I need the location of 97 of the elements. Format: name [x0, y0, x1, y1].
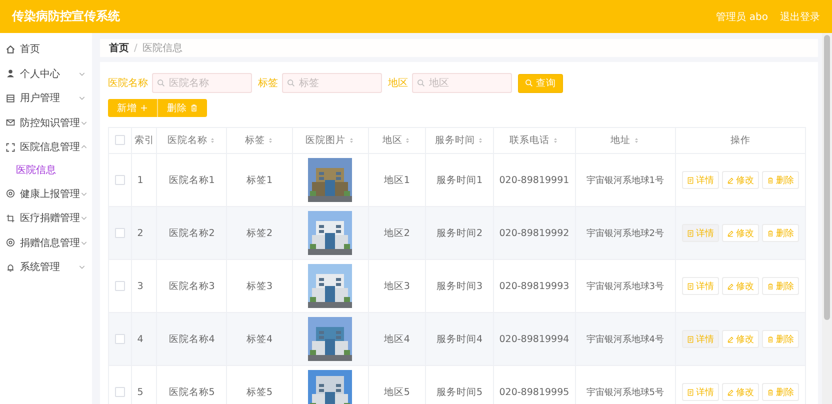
- pencil-icon: [726, 282, 734, 290]
- search-icon: [417, 79, 425, 87]
- table-cell: 医院名称4: [168, 334, 215, 344]
- table-cell: 地区3: [384, 280, 410, 292]
- column-header[interactable]: 标签: [244, 134, 265, 147]
- table-cell: 020-89819995: [499, 386, 570, 398]
- field-label: 地区: [388, 76, 408, 90]
- trash-icon: [766, 176, 774, 184]
- table-cell: 地区5: [384, 386, 410, 398]
- table-cell: 1: [137, 174, 144, 186]
- trash-icon: [766, 336, 774, 342]
- table-cell: 地区1: [384, 174, 410, 186]
- app-title: 传染病防控宣传系统: [12, 8, 120, 25]
- column-header[interactable]: 操作: [730, 134, 750, 147]
- trash-icon: [766, 388, 774, 396]
- table-cell: 标签4: [246, 334, 272, 344]
- table-cell: 宇宙银河系地球5号: [586, 388, 664, 398]
- document-icon: [686, 336, 694, 342]
- table-cell: 3: [137, 280, 144, 292]
- pencil-icon: [726, 388, 734, 396]
- user-name: 管理员 abo: [716, 10, 768, 24]
- gear-icon: [6, 189, 15, 198]
- table-cell: 医院名称1: [168, 174, 215, 186]
- sidebar-item[interactable]: 捐赠信息管理: [0, 230, 92, 255]
- document-icon: [686, 388, 694, 396]
- table-cell: 宇宙银河系地球3号: [586, 282, 664, 292]
- table-cell: 2: [137, 228, 144, 238]
- sidebar-item[interactable]: 首页: [0, 37, 92, 62]
- breadcrumb-separator: /: [134, 42, 138, 54]
- table-cell: 服务时间3: [436, 280, 482, 292]
- table-cell: 服务时间4: [436, 334, 482, 344]
- gear-icon: [6, 238, 15, 248]
- table-cell: 服务时间1: [436, 174, 482, 186]
- table-cell: 标签2: [246, 228, 272, 238]
- submenu-item[interactable]: 医院信息: [0, 160, 92, 182]
- table-cell: 020-89819992: [499, 228, 570, 238]
- sidebar-item[interactable]: 用户管理: [0, 86, 92, 110]
- table-cell: 地区4: [384, 334, 410, 344]
- table-cell: 地区2: [384, 228, 410, 238]
- row-checkbox[interactable]: [115, 228, 126, 238]
- row-checkbox[interactable]: [115, 334, 126, 344]
- user-icon: [6, 69, 15, 78]
- table-cell: 医院名称5: [168, 386, 215, 398]
- document-icon: [686, 176, 694, 184]
- search-field[interactable]: 地区: [412, 73, 512, 93]
- table-cell: 标签1: [246, 174, 272, 186]
- search-icon: [157, 79, 165, 87]
- table-cell: 020-89819991: [499, 174, 570, 186]
- table-cell: 服务时间2: [436, 228, 482, 238]
- sidebar-item[interactable]: 防控知识管理: [0, 110, 92, 135]
- select-all-checkbox[interactable]: [115, 135, 126, 146]
- trash-icon: [766, 282, 774, 290]
- table-cell: 020-89819994: [499, 334, 570, 344]
- search-field[interactable]: 医院名称: [152, 73, 252, 93]
- row-checkbox[interactable]: [115, 386, 126, 397]
- pencil-icon: [726, 176, 734, 184]
- sidebar-item[interactable]: 系统管理: [0, 255, 92, 280]
- sidebar-item[interactable]: 个人中心: [0, 62, 92, 86]
- scrollbar[interactable]: [822, 33, 832, 404]
- row-checkbox[interactable]: [115, 280, 126, 291]
- table-cell: 宇宙银河系地球1号: [586, 176, 664, 186]
- field-label: 标签: [258, 76, 278, 90]
- table-cell: 服务时间5: [436, 386, 482, 398]
- table-cell: 宇宙银河系地球4号: [586, 334, 664, 344]
- search-icon: [525, 79, 533, 87]
- table-cell: 宇宙银河系地球2号: [586, 228, 664, 238]
- crop-icon: [6, 214, 15, 223]
- breadcrumb-link[interactable]: 首页: [109, 41, 129, 55]
- field-label: 医院名称: [108, 76, 148, 90]
- search-icon: [287, 79, 295, 87]
- table-cell: 5: [137, 386, 144, 398]
- frame-icon: [6, 142, 15, 152]
- breadcrumb-link[interactable]: 医院信息: [142, 41, 182, 55]
- row-checkbox[interactable]: [115, 174, 126, 185]
- document-icon: [686, 282, 694, 290]
- search-field[interactable]: 标签: [282, 73, 382, 93]
- table-cell: 标签5: [246, 386, 272, 398]
- plus-icon: [140, 104, 148, 112]
- envelope-icon: [6, 118, 15, 128]
- home-icon: [6, 44, 15, 54]
- table-cell: 标签3: [246, 280, 272, 292]
- table-cell: 020-89819993: [499, 280, 570, 292]
- trash-icon: [766, 230, 774, 236]
- column-header[interactable]: 地区: [382, 134, 402, 147]
- document-icon: [686, 230, 694, 236]
- table-cell: 医院名称3: [168, 280, 215, 292]
- bell-icon: [6, 262, 15, 272]
- column-header[interactable]: 地址: [610, 134, 631, 147]
- table-cell: 医院名称2: [168, 228, 215, 238]
- pencil-icon: [726, 230, 734, 236]
- sidebar-item[interactable]: 健康上报管理: [0, 182, 92, 206]
- table-icon: [6, 94, 15, 103]
- pencil-icon: [726, 336, 734, 342]
- table-cell: 4: [137, 334, 144, 344]
- sidebar-item[interactable]: 医疗捐赠管理: [0, 206, 92, 230]
- trash-icon: [190, 104, 198, 112]
- sidebar-item[interactable]: 医院信息管理: [0, 135, 92, 160]
